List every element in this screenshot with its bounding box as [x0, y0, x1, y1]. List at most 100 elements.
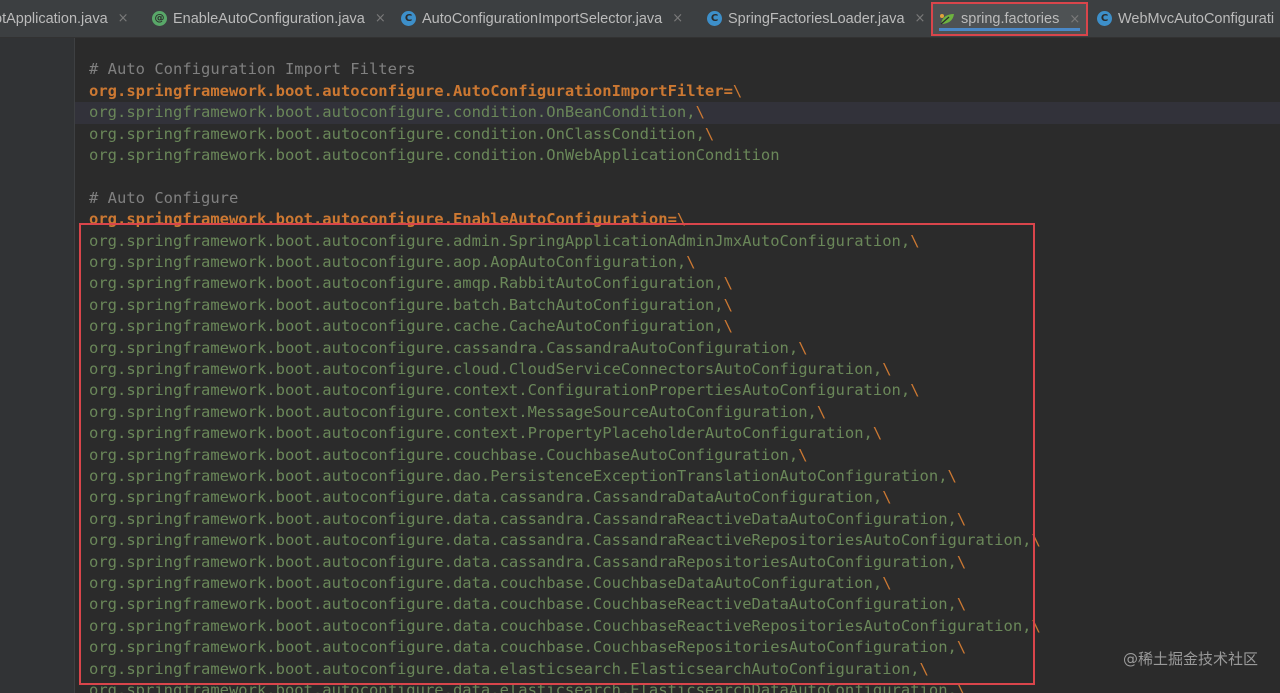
code-text: org.springframework.boot.autoconfigure.d…	[89, 530, 1041, 551]
tab-webmvc-auto-configuration[interactable]: C WebMvcAutoConfigurati	[1097, 0, 1274, 37]
tab-enable-auto-configuration[interactable]: @ EnableAutoConfiguration.java ×	[152, 0, 386, 37]
code-editor[interactable]: 1314# Auto Configuration Import Filters1…	[75, 38, 1280, 693]
line-continuation-token: \	[956, 509, 967, 528]
property-value-token: org.springframework.boot.autoconfigure.d…	[89, 552, 957, 571]
code-line[interactable]: 43org.springframework.boot.autoconfigure…	[75, 680, 1280, 693]
property-value-token: org.springframework.boot.autoconfigure.c…	[89, 124, 705, 143]
line-continuation-token: \	[723, 295, 733, 314]
line-continuation-token: \	[1031, 531, 1041, 550]
code-line[interactable]: 23org.springframework.boot.autoconfigure…	[75, 252, 1280, 273]
code-text: # Auto Configuration Import Filters	[89, 59, 416, 80]
property-value-token: org.springframework.boot.autoconfigure.c…	[89, 360, 883, 378]
tab-auto-configuration-import-selector[interactable]: C AutoConfigurationImportSelector.java ×	[401, 0, 683, 37]
code-text: org.springframework.boot.autoconfigure.d…	[89, 680, 966, 693]
code-text: org.springframework.boot.autoconfigure.c…	[89, 145, 780, 166]
java-class-icon: C	[401, 11, 416, 26]
code-line[interactable]: 37org.springframework.boot.autoconfigure…	[75, 552, 1280, 573]
property-value-token: org.springframework.boot.autoconfigure.a…	[89, 274, 724, 293]
line-continuation-token: \	[695, 103, 705, 122]
code-line[interactable]: 15org.springframework.boot.autoconfigure…	[75, 81, 1280, 102]
code-line[interactable]: 40org.springframework.boot.autoconfigure…	[75, 616, 1280, 637]
line-continuation-token: \	[1031, 616, 1041, 635]
property-key-token: =	[723, 81, 733, 100]
property-value-token: org.springframework.boot.autoconfigure.d…	[89, 659, 920, 678]
code-line[interactable]: 35org.springframework.boot.autoconfigure…	[75, 509, 1280, 530]
code-line[interactable]: 27org.springframework.boot.autoconfigure…	[75, 338, 1280, 359]
close-icon[interactable]: ×	[1069, 12, 1080, 27]
active-tab-indicator	[939, 28, 1081, 31]
code-text: org.springframework.boot.autoconfigure.c…	[89, 402, 826, 423]
property-value-token: org.springframework.boot.autoconfigure.d…	[89, 574, 883, 592]
tab-label: EnableAutoConfiguration.java	[173, 10, 365, 27]
code-text: org.springframework.boot.autoconfigure.a…	[89, 231, 920, 252]
code-line[interactable]: 33org.springframework.boot.autoconfigure…	[75, 466, 1280, 487]
code-line[interactable]: 14# Auto Configuration Import Filters	[75, 59, 1280, 80]
property-value-token: org.springframework.boot.autoconfigure.d…	[89, 681, 957, 693]
code-text: org.springframework.boot.autoconfigure.c…	[89, 359, 892, 380]
code-line[interactable]: 31org.springframework.boot.autoconfigure…	[75, 423, 1280, 444]
tab-label: SpringFactoriesLoader.java	[728, 10, 905, 27]
property-key-token: org.springframework.boot.autoconfigure.A…	[89, 81, 724, 100]
code-text: org.springframework.boot.autoconfigure.d…	[89, 466, 957, 487]
close-icon[interactable]: ×	[672, 11, 683, 26]
line-number-gutter[interactable]	[0, 38, 74, 693]
code-text: org.springframework.boot.autoconfigure.c…	[89, 338, 808, 359]
code-line[interactable]: 13	[75, 38, 1280, 59]
line-continuation-token: \	[704, 124, 715, 143]
property-key-token: =	[667, 210, 677, 229]
code-text: org.springframework.boot.autoconfigure.d…	[89, 509, 966, 530]
java-class-icon: C	[1097, 11, 1112, 26]
tab-label: WebMvcAutoConfigurati	[1118, 10, 1275, 27]
watermark: @稀土掘金技术社区	[1122, 650, 1258, 668]
code-line[interactable]: 28org.springframework.boot.autoconfigure…	[75, 359, 1280, 380]
line-continuation-token: \	[798, 338, 808, 357]
code-line[interactable]: 22org.springframework.boot.autoconfigure…	[75, 231, 1280, 252]
code-line[interactable]: 36org.springframework.boot.autoconfigure…	[75, 530, 1280, 551]
tab-spring-factories[interactable]: spring.factories ×	[931, 2, 1089, 36]
code-text: org.springframework.boot.autoconfigure.d…	[89, 637, 966, 658]
line-continuation-token: \	[882, 574, 892, 592]
close-icon[interactable]: ×	[915, 11, 926, 26]
code-line[interactable]: 32org.springframework.boot.autoconfigure…	[75, 445, 1280, 466]
property-value-token: org.springframework.boot.autoconfigure.a…	[89, 253, 687, 271]
property-value-token: org.springframework.boot.autoconfigure.d…	[89, 616, 1032, 635]
code-line[interactable]: 38org.springframework.boot.autoconfigure…	[75, 573, 1280, 594]
tab-spring-factories-loader[interactable]: C SpringFactoriesLoader.java ×	[707, 0, 925, 37]
code-line[interactable]: 41org.springframework.boot.autoconfigure…	[75, 637, 1280, 658]
code-line[interactable]: 20# Auto Configure	[75, 188, 1280, 209]
code-line[interactable]: 42org.springframework.boot.autoconfigure…	[75, 659, 1280, 680]
line-continuation-token: \	[910, 381, 920, 400]
property-value-token: org.springframework.boot.autoconfigure.d…	[89, 467, 948, 485]
property-value-token: org.springframework.boot.autoconfigure.a…	[89, 231, 911, 250]
code-line[interactable]: 18org.springframework.boot.autoconfigure…	[75, 145, 1280, 166]
code-line[interactable]: 30org.springframework.boot.autoconfigure…	[75, 402, 1280, 423]
code-line[interactable]: 24org.springframework.boot.autoconfigure…	[75, 273, 1280, 294]
code-text: org.springframework.boot.autoconfigure.c…	[89, 380, 920, 401]
tab-application-java[interactable]: otApplication.java ×	[0, 0, 129, 37]
property-value-token: org.springframework.boot.autoconfigure.d…	[89, 595, 957, 614]
code-text: org.springframework.boot.autoconfigure.d…	[89, 594, 966, 615]
property-value-token: org.springframework.boot.autoconfigure.c…	[89, 317, 724, 336]
line-continuation-token: \	[956, 595, 967, 614]
line-continuation-token: \	[956, 638, 967, 657]
code-line[interactable]: 29org.springframework.boot.autoconfigure…	[75, 380, 1280, 401]
code-line[interactable]: 39org.springframework.boot.autoconfigure…	[75, 594, 1280, 615]
line-continuation-token: \	[956, 681, 967, 693]
code-line[interactable]: 34org.springframework.boot.autoconfigure…	[75, 487, 1280, 508]
code-line[interactable]: 17org.springframework.boot.autoconfigure…	[75, 124, 1280, 145]
property-value-token: org.springframework.boot.autoconfigure.c…	[89, 402, 817, 421]
java-class-icon: C	[707, 11, 722, 26]
line-continuation-token: \	[872, 424, 883, 443]
code-line[interactable]: 16org.springframework.boot.autoconfigure…	[75, 102, 1280, 124]
close-icon[interactable]: ×	[375, 11, 386, 26]
spring-leaf-icon	[940, 14, 954, 25]
line-continuation-token: \	[798, 445, 808, 464]
property-value-token: org.springframework.boot.autoconfigure.d…	[89, 638, 957, 657]
close-icon[interactable]: ×	[118, 11, 129, 26]
code-text: org.springframework.boot.autoconfigure.d…	[89, 573, 892, 594]
code-line[interactable]: 26org.springframework.boot.autoconfigure…	[75, 316, 1280, 337]
editor-tab-bar: otApplication.java × @ EnableAutoConfigu…	[0, 0, 1280, 38]
code-line[interactable]: 19	[75, 166, 1280, 187]
code-line[interactable]: 25org.springframework.boot.autoconfigure…	[75, 295, 1280, 316]
code-line[interactable]: 21org.springframework.boot.autoconfigure…	[75, 209, 1280, 230]
